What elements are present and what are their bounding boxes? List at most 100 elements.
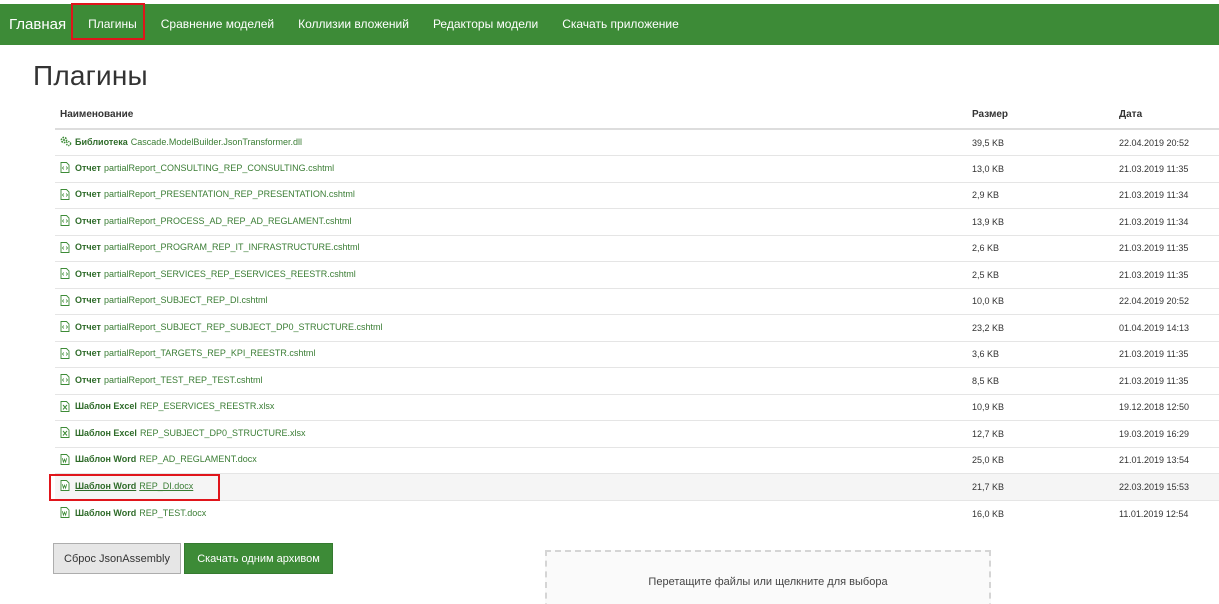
cell-size: 16,0 KB: [967, 499, 1114, 527]
file-name-label: REP_DI.docx: [139, 480, 194, 491]
brand-link[interactable]: Главная: [0, 4, 76, 45]
cell-date: 21.03.2019 11:35: [1114, 340, 1219, 368]
nav-item-model-editors[interactable]: Редакторы модели: [421, 4, 550, 45]
file-name-label: partialReport_CONSULTING_REP_CONSULTING.…: [103, 162, 335, 173]
cell-name: Отчет partialReport_SERVICES_REP_ESERVICE…: [55, 261, 967, 288]
file-download-link[interactable]: Шаблон Word REP_AD_REGLAMENT.docx: [60, 453, 257, 465]
file-download-link[interactable]: Шаблон Excel REP_ESERVICES_REESTR.xlsx: [60, 400, 274, 412]
table-row: Отчет partialReport_PRESENTATION_REP_PRES…: [55, 181, 1219, 209]
file-download-link[interactable]: Шаблон Word REP_DI.docx: [60, 480, 194, 492]
file-download-link[interactable]: Отчет partialReport_SUBJECT_REP_DI.cshtml: [60, 294, 268, 306]
table-row: Отчет partialReport_CONSULTING_REP_CONSUL…: [55, 155, 1219, 182]
file-name-label: partialReport_SUBJECT_REP_DI.cshtml: [103, 295, 268, 306]
cell-size: 12,7 KB: [967, 420, 1114, 447]
top-navbar: Главная Плагины Сравнение моделей Коллиз…: [0, 4, 1219, 45]
file-type-label: Отчет: [75, 242, 101, 253]
code-file-icon: [60, 321, 70, 333]
file-download-link[interactable]: Отчет partialReport_TEST_REP_TEST.cshtml: [60, 374, 263, 386]
reset-json-assembly-button[interactable]: Сброс JsonAssembly: [53, 543, 181, 574]
cell-date: 11.01.2019 12:54: [1114, 499, 1219, 527]
code-file-icon: [60, 268, 70, 280]
file-name-label: partialReport_TARGETS_REP_KPI_REESTR.csh…: [103, 348, 316, 359]
file-download-link[interactable]: Отчет partialReport_PROGRAM_REP_IT_INFRAS…: [60, 241, 360, 253]
table-row: Шаблон Excel REP_ESERVICES_REESTR.xlsx 10,…: [55, 393, 1219, 421]
cell-size: 21,7 KB: [967, 473, 1114, 500]
file-download-link[interactable]: Отчет partialReport_PRESENTATION_REP_PRES…: [60, 188, 355, 200]
cell-date: 22.03.2019 15:53: [1114, 473, 1219, 500]
cell-size: 23,2 KB: [967, 314, 1114, 341]
file-type-label: Шаблон Word: [75, 480, 137, 491]
cell-name: Шаблон Word REP_AD_REGLAMENT.docx: [55, 446, 967, 474]
cell-name: Отчет partialReport_PRESENTATION_REP_PRES…: [55, 181, 967, 209]
cell-name: Отчет partialReport_SUBJECT_REP_DI.cshtml: [55, 287, 967, 315]
cell-date: 21.03.2019 11:35: [1114, 155, 1219, 182]
table-row: Отчет partialReport_SUBJECT_REP_SUBJECT_D…: [55, 314, 1219, 341]
cell-date: 01.04.2019 14:13: [1114, 314, 1219, 341]
file-download-link[interactable]: Отчет partialReport_CONSULTING_REP_CONSUL…: [60, 162, 335, 174]
cell-name: Библиотека Cascade.ModelBuilder.JsonTrans…: [55, 128, 967, 156]
cell-date: 21.03.2019 11:35: [1114, 261, 1219, 288]
table-row: Библиотека Cascade.ModelBuilder.JsonTrans…: [55, 128, 1219, 156]
file-download-link[interactable]: Шаблон Excel REP_SUBJECT_DP0_STRUCTURE.xl…: [60, 427, 305, 439]
file-download-link[interactable]: Шаблон Word REP_TEST.docx: [60, 507, 206, 518]
file-type-label: Шаблон Excel: [75, 427, 137, 438]
file-name-label: REP_AD_REGLAMENT.docx: [139, 454, 257, 465]
plugins-table-container: Наименование Размер Дата Библиотека Casca…: [55, 101, 1219, 527]
file-name-label: partialReport_SUBJECT_REP_SUBJECT_DP0_ST…: [103, 321, 383, 332]
file-type-label: Отчет: [75, 268, 101, 279]
dropzone-text: Перетащите файлы или щелкните для выбора: [648, 576, 888, 588]
table-body: Библиотека Cascade.ModelBuilder.JsonTrans…: [55, 128, 1219, 527]
cell-size: 2,5 KB: [967, 261, 1114, 288]
file-name-label: partialReport_SERVICES_REP_ESERVICES_REE…: [103, 268, 356, 279]
cell-name: Отчет partialReport_TARGETS_REP_KPI_REEST…: [55, 340, 967, 368]
nav-item-attachment-collisions[interactable]: Коллизии вложений: [286, 4, 421, 45]
cell-date: 21.03.2019 11:34: [1114, 208, 1219, 235]
nav-item-plugins[interactable]: Плагины: [76, 4, 149, 45]
table-row: Отчет partialReport_TARGETS_REP_KPI_REEST…: [55, 340, 1219, 368]
cell-name: Шаблон Excel REP_ESERVICES_REESTR.xlsx: [55, 393, 967, 421]
cell-size: 25,0 KB: [967, 446, 1114, 474]
file-type-label: Отчет: [75, 295, 101, 306]
cell-size: 13,9 KB: [967, 208, 1114, 235]
file-type-label: Отчет: [75, 348, 101, 359]
file-dropzone[interactable]: Перетащите файлы или щелкните для выбора: [545, 550, 991, 604]
file-download-link[interactable]: Отчет partialReport_PROCESS_AD_REP_AD_REG…: [60, 215, 352, 227]
file-type-label: Отчет: [75, 162, 101, 173]
file-name-label: partialReport_PRESENTATION_REP_PRESENTAT…: [103, 189, 355, 200]
cell-date: 19.12.2018 12:50: [1114, 393, 1219, 421]
file-name-label: partialReport_TEST_REP_TEST.cshtml: [103, 374, 263, 385]
cell-size: 10,0 KB: [967, 287, 1114, 315]
cell-size: 8,5 KB: [967, 367, 1114, 394]
code-file-icon: [60, 188, 70, 200]
file-name-label: Cascade.ModelBuilder.JsonTransformer.dll: [130, 136, 303, 147]
download-archive-button[interactable]: Скачать одним архивом: [184, 543, 333, 574]
nav-item-compare-models[interactable]: Сравнение моделей: [149, 4, 286, 45]
table-row: Шаблон Word REP_AD_REGLAMENT.docx 25,0 KB 2…: [55, 446, 1219, 474]
column-header-size: Размер: [967, 101, 1114, 130]
cell-size: 39,5 KB: [967, 128, 1114, 156]
file-download-link[interactable]: Библиотека Cascade.ModelBuilder.JsonTrans…: [60, 136, 302, 147]
excel-file-icon: [60, 400, 70, 412]
cell-date: 19.03.2019 16:29: [1114, 420, 1219, 447]
code-file-icon: [60, 162, 70, 174]
nav-item-download-app[interactable]: Скачать приложение: [550, 4, 691, 45]
word-file-icon: [60, 507, 70, 518]
file-name-label: partialReport_PROGRAM_REP_IT_INFRASTRUCT…: [103, 242, 360, 253]
word-file-icon: [60, 453, 70, 465]
table-row: Шаблон Word REP_DI.docx 21,7 KB 22.03.2019 …: [55, 473, 1219, 500]
cell-name: Отчет partialReport_CONSULTING_REP_CONSUL…: [55, 155, 967, 182]
gears-icon: [60, 136, 72, 147]
table-row: Отчет partialReport_PROCESS_AD_REP_AD_REG…: [55, 208, 1219, 235]
file-name-label: partialReport_PROCESS_AD_REP_AD_REGLAMEN…: [103, 215, 352, 226]
table-row: Отчет partialReport_SERVICES_REP_ESERVICE…: [55, 261, 1219, 288]
cell-date: 22.04.2019 20:52: [1114, 287, 1219, 315]
file-download-link[interactable]: Отчет partialReport_TARGETS_REP_KPI_REEST…: [60, 347, 316, 359]
cell-size: 13,0 KB: [967, 155, 1114, 182]
cell-name: Шаблон Word REP_DI.docx: [55, 473, 967, 500]
cell-date: 21.03.2019 11:34: [1114, 181, 1219, 209]
cell-name: Отчет partialReport_PROCESS_AD_REP_AD_REG…: [55, 208, 967, 235]
file-download-link[interactable]: Отчет partialReport_SERVICES_REP_ESERVICE…: [60, 268, 356, 280]
column-header-name: Наименование: [55, 101, 967, 130]
file-download-link[interactable]: Отчет partialReport_SUBJECT_REP_SUBJECT_D…: [60, 321, 383, 333]
code-file-icon: [60, 294, 70, 306]
